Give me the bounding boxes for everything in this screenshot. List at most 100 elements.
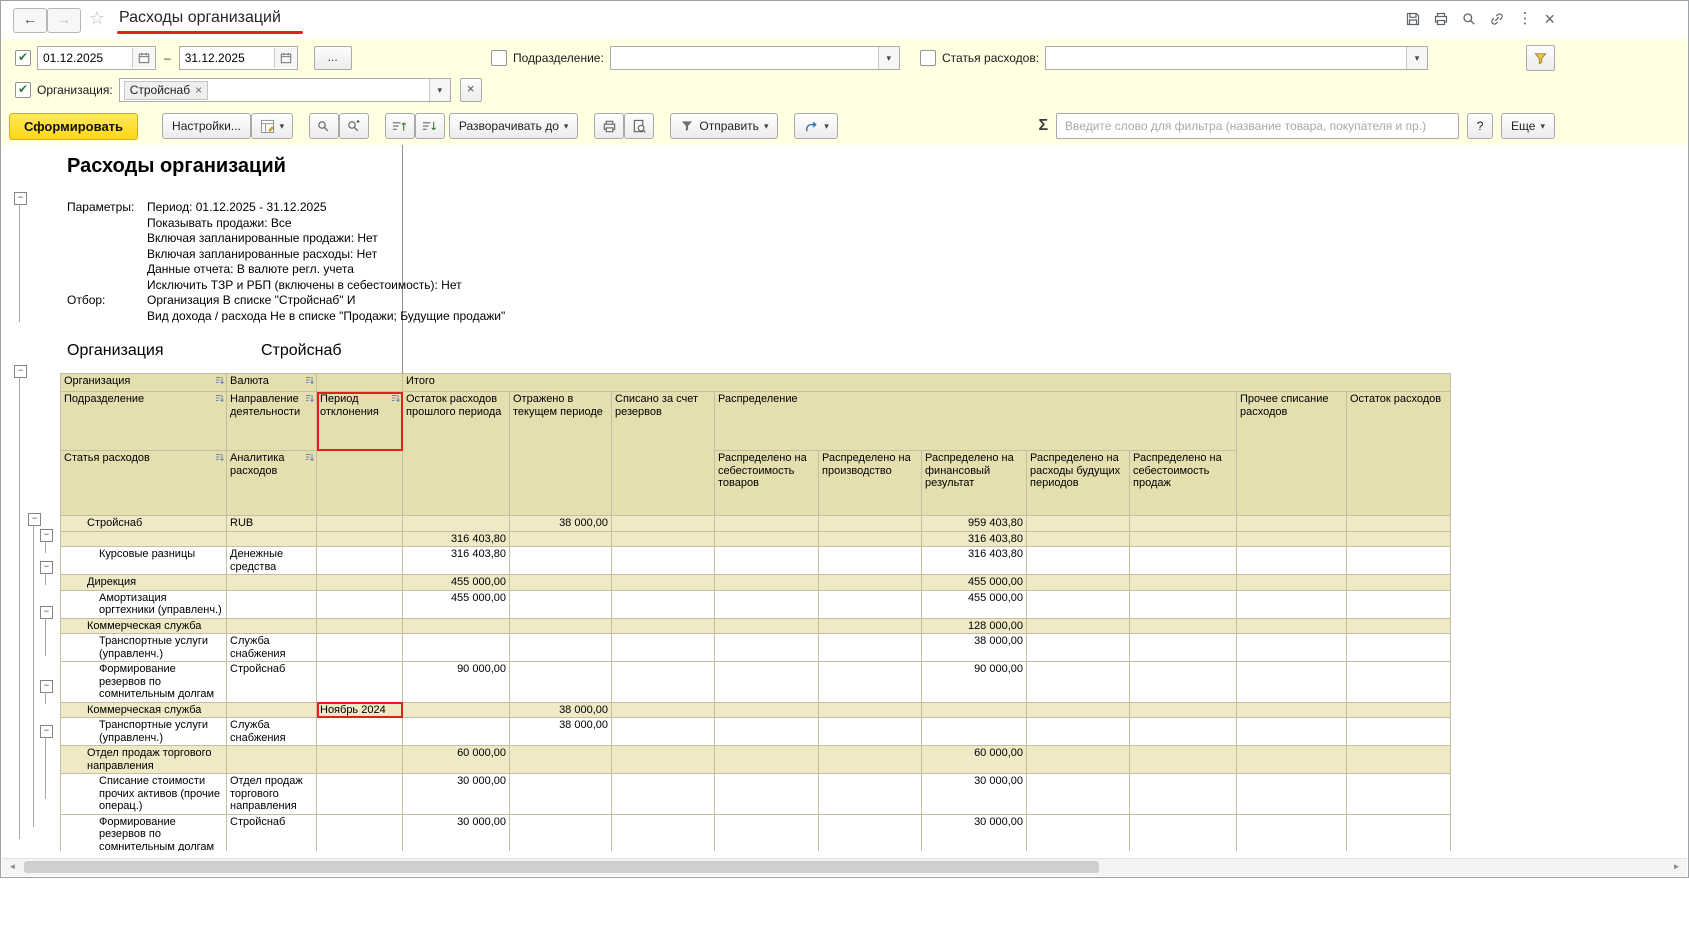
- table-cell[interactable]: [715, 618, 819, 634]
- table-cell[interactable]: [1347, 634, 1451, 662]
- table-cell[interactable]: [1130, 746, 1237, 774]
- period-options-button[interactable]: ...: [314, 46, 352, 70]
- table-cell[interactable]: 316 403,80: [922, 531, 1027, 547]
- table-cell[interactable]: Ноябрь 2024: [317, 702, 403, 718]
- table-cell[interactable]: 60 000,00: [922, 746, 1027, 774]
- header-writeoff-reserves[interactable]: Списано за счет резервов: [612, 392, 715, 516]
- table-cell[interactable]: [922, 702, 1027, 718]
- table-cell[interactable]: [715, 774, 819, 815]
- forward-button[interactable]: →: [47, 8, 81, 33]
- table-cell[interactable]: [227, 590, 317, 618]
- sort-icon[interactable]: [215, 394, 224, 403]
- table-cell[interactable]: [819, 718, 922, 746]
- table-cell[interactable]: [317, 618, 403, 634]
- header-dist-production[interactable]: Распределено на производство: [819, 451, 922, 516]
- help-button[interactable]: ?: [1467, 113, 1493, 139]
- tree-toggle[interactable]: −: [40, 680, 53, 693]
- table-cell[interactable]: [715, 718, 819, 746]
- table-cell[interactable]: [612, 746, 715, 774]
- tree-toggle[interactable]: −: [14, 192, 27, 205]
- table-cell[interactable]: [1347, 590, 1451, 618]
- table-cell[interactable]: [403, 702, 510, 718]
- table-cell[interactable]: 455 000,00: [922, 590, 1027, 618]
- table-cell[interactable]: [715, 662, 819, 703]
- get-link-button[interactable]: [1489, 11, 1505, 27]
- table-cell[interactable]: 30 000,00: [403, 814, 510, 851]
- organization-dropdown-button[interactable]: ▾: [429, 79, 450, 101]
- table-cell[interactable]: [403, 718, 510, 746]
- filter-settings-button[interactable]: [1526, 45, 1555, 71]
- table-cell[interactable]: [61, 531, 227, 547]
- table-cell[interactable]: Стройснаб: [61, 516, 227, 532]
- table-cell[interactable]: 316 403,80: [403, 531, 510, 547]
- generate-button[interactable]: Сформировать: [9, 113, 138, 140]
- header-dist-finres[interactable]: Распределено на финансовый результат: [922, 451, 1027, 516]
- table-cell[interactable]: [819, 547, 922, 575]
- sort-icon[interactable]: [215, 376, 224, 385]
- table-cell[interactable]: [612, 531, 715, 547]
- table-cell[interactable]: Служба снабжения: [227, 718, 317, 746]
- table-cell[interactable]: [1027, 746, 1130, 774]
- save-button[interactable]: [1405, 11, 1421, 27]
- table-cell[interactable]: Формирование резервов по сомнительным до…: [61, 662, 227, 703]
- table-cell[interactable]: [1130, 516, 1237, 532]
- sort-icon[interactable]: [215, 453, 224, 462]
- calendar-button[interactable]: [274, 48, 297, 68]
- department-dropdown-button[interactable]: ▾: [878, 47, 899, 69]
- table-cell[interactable]: [715, 590, 819, 618]
- table-cell[interactable]: [1027, 531, 1130, 547]
- table-cell[interactable]: [1027, 814, 1130, 851]
- table-cell[interactable]: [317, 634, 403, 662]
- table-cell[interactable]: Стройснаб: [227, 662, 317, 703]
- table-cell[interactable]: [227, 746, 317, 774]
- table-cell[interactable]: [317, 575, 403, 591]
- table-cell[interactable]: [1130, 702, 1237, 718]
- close-button[interactable]: ×: [1544, 10, 1555, 28]
- print-button[interactable]: [1433, 11, 1449, 27]
- send-button[interactable]: Отправить▾: [670, 113, 778, 139]
- table-cell[interactable]: [403, 618, 510, 634]
- table-cell[interactable]: 128 000,00: [922, 618, 1027, 634]
- header-reflected-current[interactable]: Отражено в текущем периоде: [510, 392, 612, 516]
- table-cell[interactable]: [227, 702, 317, 718]
- scroll-right-arrow[interactable]: ►: [1668, 859, 1685, 875]
- table-cell[interactable]: [1347, 702, 1451, 718]
- print-report-button[interactable]: [594, 113, 624, 139]
- tag-remove-icon[interactable]: ×: [195, 84, 202, 96]
- calendar-button[interactable]: [132, 48, 155, 68]
- table-cell[interactable]: [1237, 702, 1347, 718]
- header-empty[interactable]: [317, 451, 403, 516]
- table-cell[interactable]: [715, 516, 819, 532]
- table-cell[interactable]: [227, 618, 317, 634]
- table-cell[interactable]: [819, 814, 922, 851]
- scrollbar-thumb[interactable]: [24, 861, 1099, 873]
- table-cell[interactable]: 30 000,00: [403, 774, 510, 815]
- table-cell[interactable]: [1027, 774, 1130, 815]
- table-cell[interactable]: Служба снабжения: [227, 634, 317, 662]
- tree-toggle[interactable]: −: [40, 529, 53, 542]
- settings-button[interactable]: Настройки...: [162, 113, 251, 139]
- table-cell[interactable]: 959 403,80: [922, 516, 1027, 532]
- table-cell[interactable]: [510, 590, 612, 618]
- table-cell[interactable]: [1027, 516, 1130, 532]
- table-cell[interactable]: [819, 746, 922, 774]
- print-preview-button[interactable]: [624, 113, 654, 139]
- table-cell[interactable]: [1237, 516, 1347, 532]
- table-cell[interactable]: [510, 662, 612, 703]
- table-cell[interactable]: [1347, 547, 1451, 575]
- sort-icon[interactable]: [305, 453, 314, 462]
- organization-checkbox[interactable]: ✔: [15, 82, 31, 98]
- table-cell[interactable]: [317, 590, 403, 618]
- table-cell[interactable]: [1027, 575, 1130, 591]
- table-cell[interactable]: [227, 575, 317, 591]
- table-cell[interactable]: [819, 590, 922, 618]
- table-cell[interactable]: Стройснаб: [227, 814, 317, 851]
- table-cell[interactable]: Курсовые разницы: [61, 547, 227, 575]
- tree-toggle[interactable]: −: [14, 365, 27, 378]
- header-expense-item[interactable]: Статья расходов: [61, 451, 227, 516]
- period-checkbox[interactable]: ✔: [15, 50, 31, 66]
- table-cell[interactable]: [819, 634, 922, 662]
- table-cell[interactable]: [317, 547, 403, 575]
- table-cell[interactable]: 455 000,00: [922, 575, 1027, 591]
- header-prev-balance[interactable]: Остаток расходов прошлого периода: [403, 392, 510, 516]
